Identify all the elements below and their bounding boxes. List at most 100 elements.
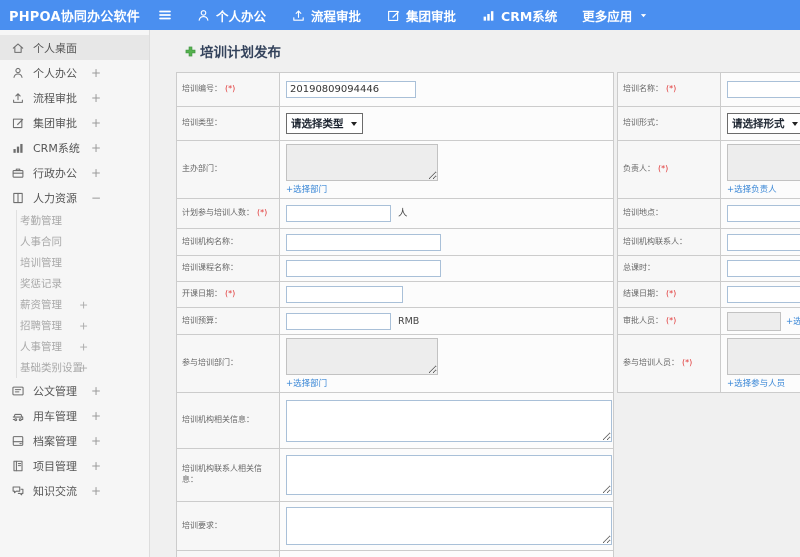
host-dept-textarea[interactable] [286, 144, 438, 181]
org-info-textarea[interactable] [286, 399, 612, 442]
expander-toggle[interactable]: + [79, 319, 88, 332]
sidebar-item-knowledge-exchange[interactable]: 知识交流 + [0, 478, 149, 503]
sidebar-item-label: 个人办公 [33, 66, 77, 80]
expander-toggle[interactable]: + [91, 66, 101, 80]
org-name-input[interactable] [286, 233, 441, 251]
sidebar-item-personal-desktop[interactable]: 个人桌面 [0, 35, 149, 60]
sidebar-item-archive-mgmt[interactable]: 档案管理 + [0, 428, 149, 453]
sidebar-subitem-reward-punishment[interactable]: 奖惩记录 [17, 273, 149, 294]
sidebar-subitem-label: 人事合同 [20, 236, 62, 248]
required-mark: (*) [257, 208, 268, 218]
participants-label: 参与培训人员： [623, 358, 679, 368]
form-row-start-date: 开课日期： (*) [176, 281, 614, 308]
required-mark: (*) [225, 289, 236, 299]
form-row-training-name: 培训名称： (*) [617, 72, 800, 107]
start-date-input[interactable] [286, 286, 403, 303]
planned-participants-unit: 人 [398, 208, 408, 219]
sidebar-item-process-approval[interactable]: 流程审批 + [0, 85, 149, 110]
nav-label: CRM系统 [501, 8, 558, 24]
doc-icon [11, 384, 25, 398]
notebook-icon [11, 459, 25, 473]
training-form-select[interactable]: 请选择形式 [727, 113, 800, 134]
leader-picker-link[interactable]: +选择负责人 [727, 183, 777, 195]
sidebar-subitem-personnel-mgmt[interactable]: 人事管理 + [17, 336, 149, 357]
nav-crm-system[interactable]: CRM系统 [481, 6, 557, 25]
nav-label: 更多应用 [582, 8, 633, 24]
required-mark: (*) [225, 84, 236, 94]
course-name-input[interactable] [286, 260, 441, 277]
sidebar-subitem-attendance-mgmt[interactable]: 考勤管理 [17, 210, 149, 231]
host-dept-picker-link[interactable]: +选择部门 [286, 183, 327, 195]
sidebar-item-group-approval[interactable]: 集团审批 + [0, 110, 149, 135]
sidebar-subitem-hr-contract[interactable]: 人事合同 [17, 231, 149, 252]
form-row-budget: 培训预算： RMB [176, 307, 614, 335]
sidebar-item-crm-system[interactable]: CRM系统 + [0, 135, 149, 160]
approver-picker-link[interactable]: +选择审批人员 [786, 315, 800, 327]
required-mark: (*) [666, 315, 677, 325]
end-date-input[interactable] [727, 286, 800, 303]
expander-toggle[interactable]: + [91, 91, 101, 105]
expander-toggle[interactable]: + [91, 141, 101, 155]
budget-input[interactable] [286, 312, 391, 330]
course-name-label: 培训课程名称： [182, 263, 238, 273]
sidebar-item-human-resources[interactable]: 人力资源 − [0, 185, 149, 210]
expander-toggle[interactable]: + [79, 340, 88, 353]
expander-toggle[interactable]: + [91, 116, 101, 130]
form-row-host-dept: 主办部门： +选择部门 [176, 140, 614, 199]
form-row-participating-depts: 参与培训部门： +选择部门 [176, 334, 614, 393]
sidebar-subitem-base-category-setup[interactable]: 基础类别设置 + [17, 357, 149, 378]
total-hours-input[interactable] [727, 260, 800, 277]
participants-picker-link[interactable]: +选择参与人员 [727, 377, 785, 389]
nav-more-apps[interactable]: 更多应用 [582, 6, 654, 25]
org-contact-info-textarea[interactable] [286, 455, 612, 495]
user-icon [11, 66, 25, 80]
sidebar-item-admin-office[interactable]: 行政办公 + [0, 160, 149, 185]
expander-toggle[interactable]: + [79, 298, 88, 311]
expander-toggle[interactable]: − [91, 191, 101, 205]
chat-icon [11, 484, 25, 498]
nav-personal-office[interactable]: 个人办公 [196, 6, 266, 25]
leader-textarea[interactable] [727, 144, 800, 181]
expander-toggle[interactable]: + [91, 459, 101, 473]
expander-toggle[interactable]: + [91, 384, 101, 398]
form-row-training-type: 培训类型： 请选择类型 [176, 106, 614, 141]
location-input[interactable] [727, 205, 800, 222]
required-mark: (*) [658, 164, 669, 174]
training-name-input[interactable] [727, 81, 800, 98]
user-icon [196, 8, 211, 23]
training-no-input[interactable] [286, 81, 416, 98]
nav-group-approval[interactable]: 集团审批 [386, 6, 456, 25]
sidebar-subitem-label: 人事管理 [20, 341, 62, 353]
form-row-org-contact-info: 培训机构联系人相关信息： [176, 448, 614, 502]
participating-depts-textarea[interactable] [286, 338, 438, 375]
participants-textarea[interactable] [727, 338, 800, 375]
sidebar-item-label: 档案管理 [33, 434, 77, 448]
form-row-training-no: 培训编号： (*) [176, 72, 614, 107]
nav-process-approval[interactable]: 流程审批 [291, 6, 361, 25]
training-requirements-textarea[interactable] [286, 507, 612, 545]
participating-depts-label: 参与培训部门： [182, 358, 238, 368]
expander-toggle[interactable]: + [91, 409, 101, 423]
sidebar-item-document-mgmt[interactable]: 公文管理 + [0, 378, 149, 403]
sidebar-item-personal-office[interactable]: 个人办公 + [0, 60, 149, 85]
sidebar-item-project-mgmt[interactable]: 项目管理 + [0, 453, 149, 478]
sidebar-subitem-training-mgmt[interactable]: 培训管理 [17, 252, 149, 273]
expander-toggle[interactable]: + [91, 434, 101, 448]
approver-box[interactable] [727, 311, 781, 331]
training-type-select[interactable]: 请选择类型 [286, 113, 363, 134]
menu-icon[interactable] [156, 7, 174, 23]
sidebar-item-vehicle-mgmt[interactable]: 用车管理 + [0, 403, 149, 428]
sidebar-subitem-recruitment-mgmt[interactable]: 招聘管理 + [17, 315, 149, 336]
training-plan-form: 培训编号：(*)培训类型：请选择类型主办部门：+选择部门计划参与培训人数：(*)… [176, 72, 800, 557]
planned-participants-input[interactable] [286, 205, 391, 222]
expander-toggle[interactable]: + [91, 166, 101, 180]
form-row-leader: 负责人： (*) +选择负责人 [617, 140, 800, 199]
org-contact-input[interactable] [727, 233, 800, 251]
training-no-label: 培训编号： [182, 84, 222, 94]
participating-depts-picker-link[interactable]: +选择部门 [286, 377, 327, 389]
sidebar-subitem-salary-mgmt[interactable]: 薪资管理 + [17, 294, 149, 315]
sidebar-item-label: 用车管理 [33, 409, 77, 423]
form-row-approver: 审批人员：(*) +选择审批人员 [617, 307, 800, 335]
expander-toggle[interactable]: + [91, 484, 101, 498]
expander-toggle[interactable]: + [79, 361, 88, 374]
